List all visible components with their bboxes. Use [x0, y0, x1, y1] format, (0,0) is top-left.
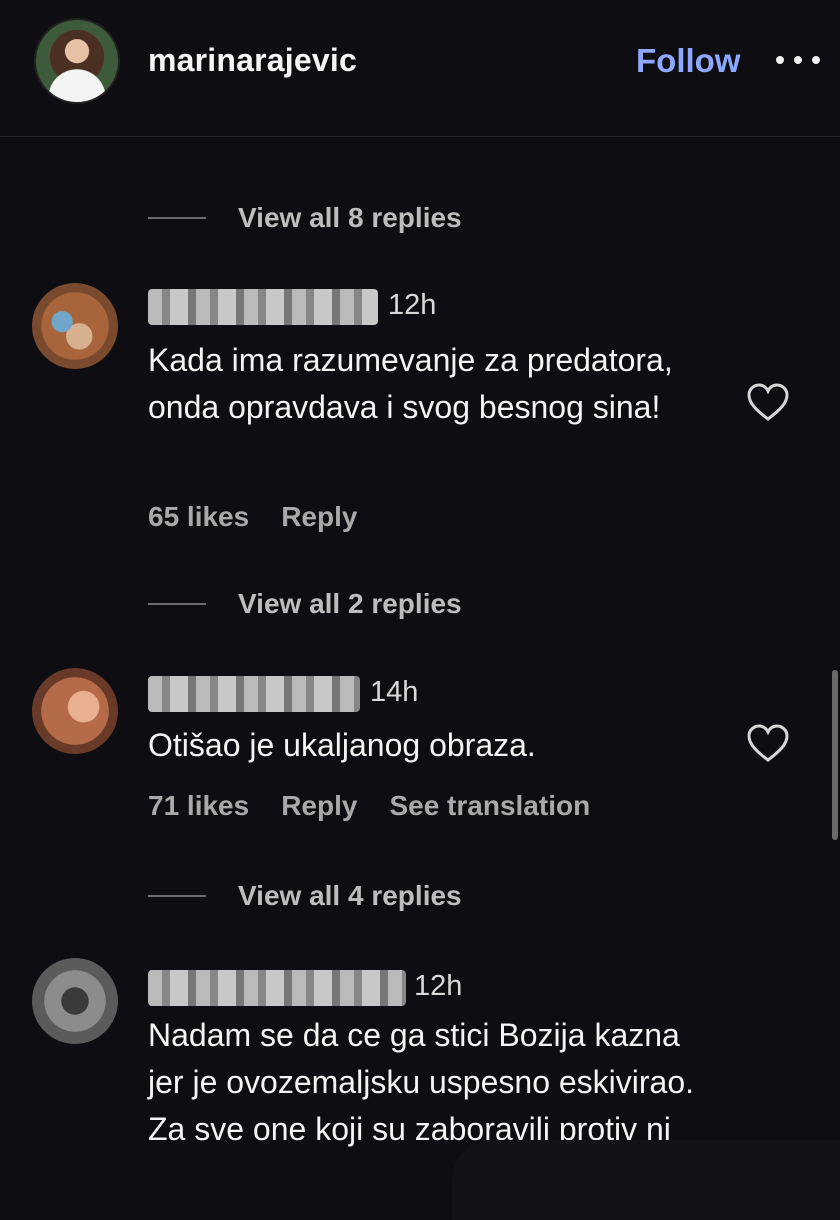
comment-actions: 71 likes Reply See translation — [148, 790, 590, 822]
follow-button[interactable]: Follow — [636, 42, 740, 80]
reply-button[interactable]: Reply — [281, 790, 357, 822]
more-options-icon[interactable] — [776, 40, 820, 80]
likes-count[interactable]: 65 likes — [148, 501, 249, 533]
avatar[interactable] — [32, 283, 118, 369]
post-header: marinarajevic Follow — [0, 0, 840, 137]
comment-text: Otišao je ukaljanog obraza. — [148, 727, 536, 763]
username[interactable]: marinarajevic — [148, 42, 357, 79]
reply-divider — [148, 603, 206, 605]
see-translation-button[interactable]: See translation — [389, 790, 590, 822]
reply-divider — [148, 895, 206, 897]
comment-text: Kada ima razumevanje za predatora, onda … — [148, 342, 673, 425]
heart-icon[interactable] — [746, 383, 790, 423]
view-replies-button[interactable]: View all 8 replies — [148, 198, 462, 238]
timestamp: 14h — [370, 676, 419, 708]
reply-divider — [148, 217, 206, 219]
comment-input-overlay[interactable] — [452, 1140, 840, 1220]
view-replies-label: View all 2 replies — [238, 588, 462, 619]
view-replies-label: View all 4 replies — [238, 880, 462, 911]
comment-actions: 65 likes Reply — [148, 501, 357, 533]
timestamp: 12h — [388, 289, 437, 321]
avatar[interactable] — [34, 18, 120, 104]
scrollbar-thumb[interactable] — [832, 670, 838, 840]
view-replies-button[interactable]: View all 4 replies — [148, 876, 462, 916]
avatar[interactable] — [32, 668, 118, 754]
likes-count[interactable]: 71 likes — [148, 790, 249, 822]
view-replies-label: View all 8 replies — [238, 202, 462, 233]
username-blurred[interactable] — [148, 676, 360, 712]
timestamp: 12h — [414, 970, 463, 1002]
avatar[interactable] — [32, 958, 118, 1044]
heart-icon[interactable] — [746, 724, 790, 764]
scrollbar[interactable] — [830, 150, 840, 1200]
comment-text: Nadam se da ce ga stici Bozija kazna jer… — [148, 1017, 695, 1147]
view-replies-button[interactable]: View all 2 replies — [148, 584, 462, 624]
username-blurred[interactable] — [148, 970, 406, 1006]
reply-button[interactable]: Reply — [281, 501, 357, 533]
username-blurred[interactable] — [148, 289, 378, 325]
